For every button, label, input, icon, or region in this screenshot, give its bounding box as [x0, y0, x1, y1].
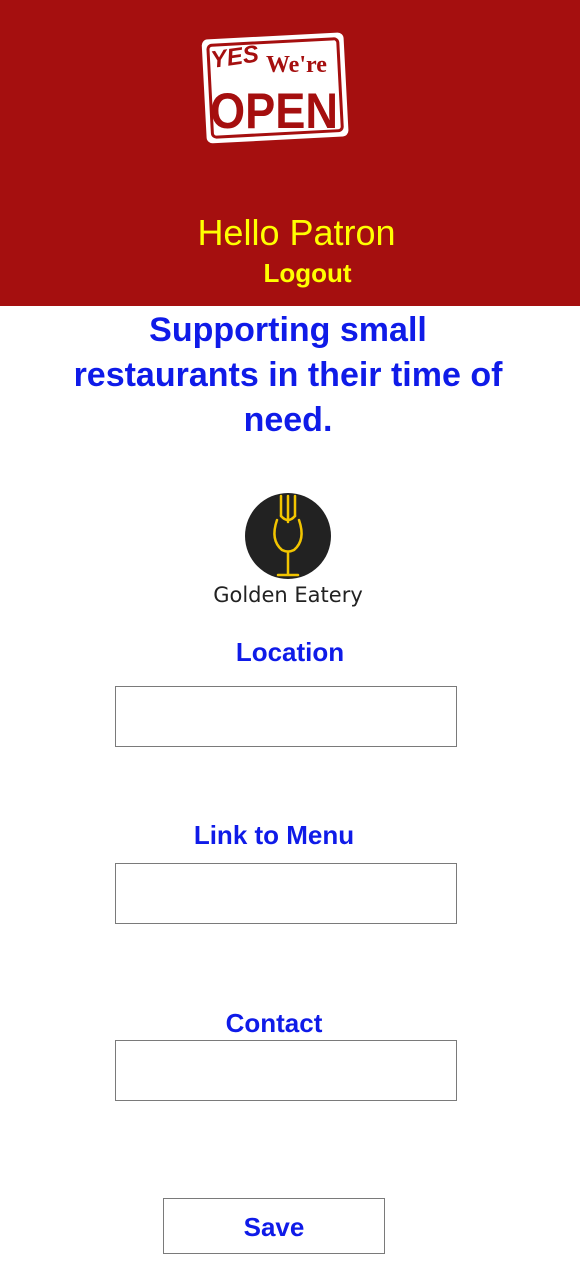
logo-open-text: OPEN — [210, 83, 338, 139]
location-label: Location — [235, 637, 345, 667]
contact-label: Contact — [225, 1008, 323, 1038]
header: YES We're OPEN Hello Patron Logout — [0, 0, 580, 306]
location-input[interactable] — [115, 686, 457, 747]
menu-link-label: Link to Menu — [193, 820, 355, 850]
save-button[interactable]: Save — [163, 1198, 385, 1254]
logout-link[interactable]: Logout — [0, 256, 580, 290]
contact-input[interactable] — [115, 1040, 457, 1101]
tagline: Supporting small restaurants in their ti… — [73, 311, 503, 439]
logo-were-text: We're — [266, 52, 327, 78]
greeting: Hello Patron — [197, 212, 396, 253]
yes-were-open-logo: YES We're OPEN — [201, 32, 349, 144]
restaurant-name: Golden Eatery — [213, 583, 363, 607]
menu-link-input[interactable] — [115, 863, 457, 924]
golden-eatery-logo: Golden Eatery — [213, 493, 363, 607]
